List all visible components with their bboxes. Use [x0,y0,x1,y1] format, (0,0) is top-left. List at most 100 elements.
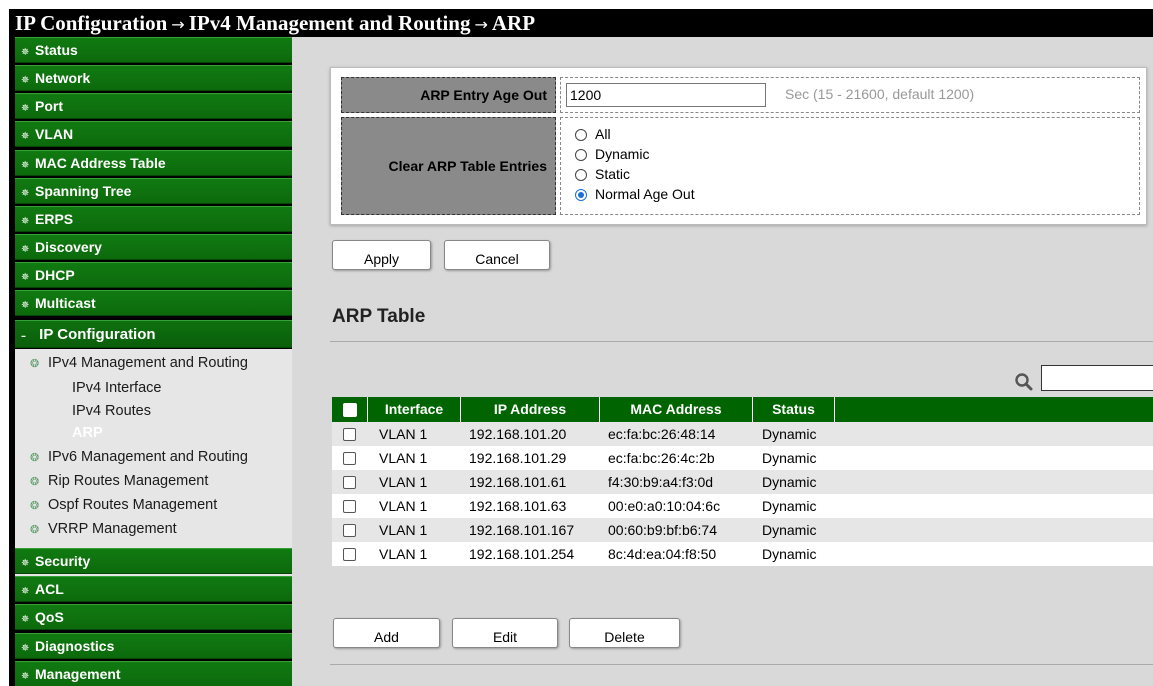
row-checkbox-cell [332,518,368,542]
column-header-interface[interactable]: Interface [368,397,461,422]
cell-interface: VLAN 1 [379,426,428,442]
cancel-button[interactable]: Cancel [444,240,550,270]
edit-button[interactable]: Edit [452,618,558,648]
main-panel: ARP Entry Age Out Sec (15 - 21600, defau… [292,37,1153,686]
column-header-mac-address[interactable]: MAC Address [600,397,753,422]
collapsed-group-icon: ❂ [30,475,40,488]
sidebar-item-label: Management [35,666,121,682]
sidebar-item-label: DHCP [35,267,75,283]
breadcrumb-ip-configuration: IP Configuration [15,11,168,35]
sidebar-item[interactable]: ✵ Port [15,93,292,119]
submenu-rip-routes[interactable]: ❂ Rip Routes Management [30,473,208,489]
radio-label: Dynamic [595,146,650,162]
arp-config-panel: ARP Entry Age Out Sec (15 - 21600, defau… [330,67,1147,225]
add-button[interactable]: Add [333,618,440,648]
row-checkbox[interactable] [343,548,356,561]
expand-icon: ✵ [21,643,30,654]
sidebar-item-label: ERPS [35,211,74,227]
radio-button[interactable] [575,169,587,181]
sidebar-item[interactable]: ✵ Discovery [15,234,292,260]
age-out-input[interactable] [566,83,766,107]
clear-entries-options: All Dynamic Static Normal Age Out [560,117,1140,215]
sidebar-item[interactable]: ✵ Network [15,65,292,91]
table-row[interactable]: VLAN 1 192.168.101.63 00:e0:a0:10:04:6c Dyn… [332,494,1153,518]
sidebar-item-label: Network [35,70,91,86]
table-row[interactable]: VLAN 1 192.168.101.254 8c:4d:ea:04:f8:50 Dy… [332,542,1153,566]
sidebar-item[interactable]: ✵ Security [15,548,292,574]
expand-icon: ✵ [21,131,30,142]
sidebar-item[interactable]: ✵ Status [15,37,292,63]
sidebar-item[interactable]: ✵ QoS [15,604,292,630]
row-checkbox[interactable] [343,500,356,513]
row-checkbox[interactable] [343,524,356,537]
cell-mac-address: 8c:4d:ea:04:f8:50 [608,546,717,562]
cell-interface: VLAN 1 [379,450,428,466]
submenu-ipv6-management[interactable]: ❂ IPv6 Management and Routing [30,449,248,465]
submenu-arp[interactable]: ARP [72,425,103,441]
table-row[interactable]: VLAN 1 192.168.101.167 00:60:b9:bf:b6:74 Dy… [332,518,1153,542]
table-row[interactable]: VLAN 1 192.168.101.61 f4:30:b9:a4:f3:0d Dyn… [332,470,1153,494]
sidebar-item[interactable]: ✵ DHCP [15,262,292,288]
row-checkbox[interactable] [343,452,356,465]
radio-button[interactable] [575,149,587,161]
search-input[interactable] [1041,365,1153,391]
column-header-status[interactable]: Status [753,397,835,422]
sidebar-item[interactable]: ✵ ACL [15,576,292,602]
cell-status: Dynamic [762,450,817,466]
radio-option[interactable]: Static [575,164,630,185]
sidebar-item-label: QoS [35,609,64,625]
collapsed-group-icon: ❂ [30,451,40,464]
expand-icon: ✵ [21,558,30,569]
select-all-checkbox[interactable] [343,403,357,417]
breadcrumb-arrow-icon: → [474,15,488,34]
sidebar-item[interactable]: ✵ Spanning Tree [15,178,292,204]
radio-option[interactable]: Dynamic [575,144,649,165]
table-row[interactable]: VLAN 1 192.168.101.29 ec:fa:bc:26:4c:2b Dyn… [332,446,1153,470]
sidebar-item-label: Discovery [35,239,102,255]
radio-option[interactable]: Normal Age Out [575,184,695,205]
submenu-ipv4-management[interactable]: ❂ IPv4 Management and Routing [30,355,248,371]
submenu-ipv4-label: IPv4 Management and Routing [48,355,248,371]
sidebar-item[interactable]: ✵ VLAN [15,121,292,147]
delete-button[interactable]: Delete [569,618,680,648]
expand-icon: ✵ [21,272,30,283]
submenu-ospf-routes[interactable]: ❂ Ospf Routes Management [30,497,217,513]
cell-ip-address: 192.168.101.167 [469,522,575,538]
radio-button[interactable] [575,189,587,201]
submenu-rip-label: Rip Routes Management [48,473,209,489]
collapsed-group-icon: ❂ [30,523,40,536]
row-checkbox-cell [332,542,368,566]
breadcrumb-arrow-icon: → [171,15,185,34]
cell-mac-address: f4:30:b9:a4:f3:0d [608,474,714,490]
table-header-row: Interface IP Address MAC Address Status [332,397,1153,422]
sidebar-item-ip-configuration[interactable]: – IP Configuration [15,320,292,348]
row-checkbox-cell [332,446,368,470]
sidebar-item[interactable]: ✵ ERPS [15,206,292,232]
search-icon[interactable] [1014,372,1034,392]
row-checkbox-cell [332,422,368,446]
age-out-hint: Sec (15 - 21600, default 1200) [785,86,975,102]
submenu-vrrp-management[interactable]: ❂ VRRP Management [30,521,177,537]
radio-label: Static [595,166,631,182]
row-checkbox-cell [332,470,368,494]
column-header-filler [835,397,1153,422]
cell-mac-address: 00:60:b9:bf:b6:74 [608,522,717,538]
column-header-ip-address[interactable]: IP Address [461,397,600,422]
submenu-ipv4-routes[interactable]: IPv4 Routes [72,403,151,419]
sidebar-item[interactable]: ✵ Management [15,661,292,686]
sidebar-item[interactable]: ✵ Multicast [15,290,292,316]
expand-icon: ✵ [21,216,30,227]
radio-button[interactable] [575,129,587,141]
radio-option[interactable]: All [575,124,611,145]
sidebar-item-label: Multicast [35,295,96,311]
submenu-ipv4-interface[interactable]: IPv4 Interface [72,380,161,396]
sidebar-item[interactable]: ✵ MAC Address Table [15,150,292,176]
row-checkbox[interactable] [343,428,356,441]
table-row[interactable]: VLAN 1 192.168.101.20 ec:fa:bc:26:48:14 Dyn… [332,422,1153,446]
age-out-label: ARP Entry Age Out [341,77,556,113]
clear-entries-label: Clear ARP Table Entries [341,117,556,215]
row-checkbox[interactable] [343,476,356,489]
arp-table-title: ARP Table [332,306,426,327]
apply-button[interactable]: Apply [332,240,431,270]
sidebar-item[interactable]: ✵ Diagnostics [15,633,292,659]
